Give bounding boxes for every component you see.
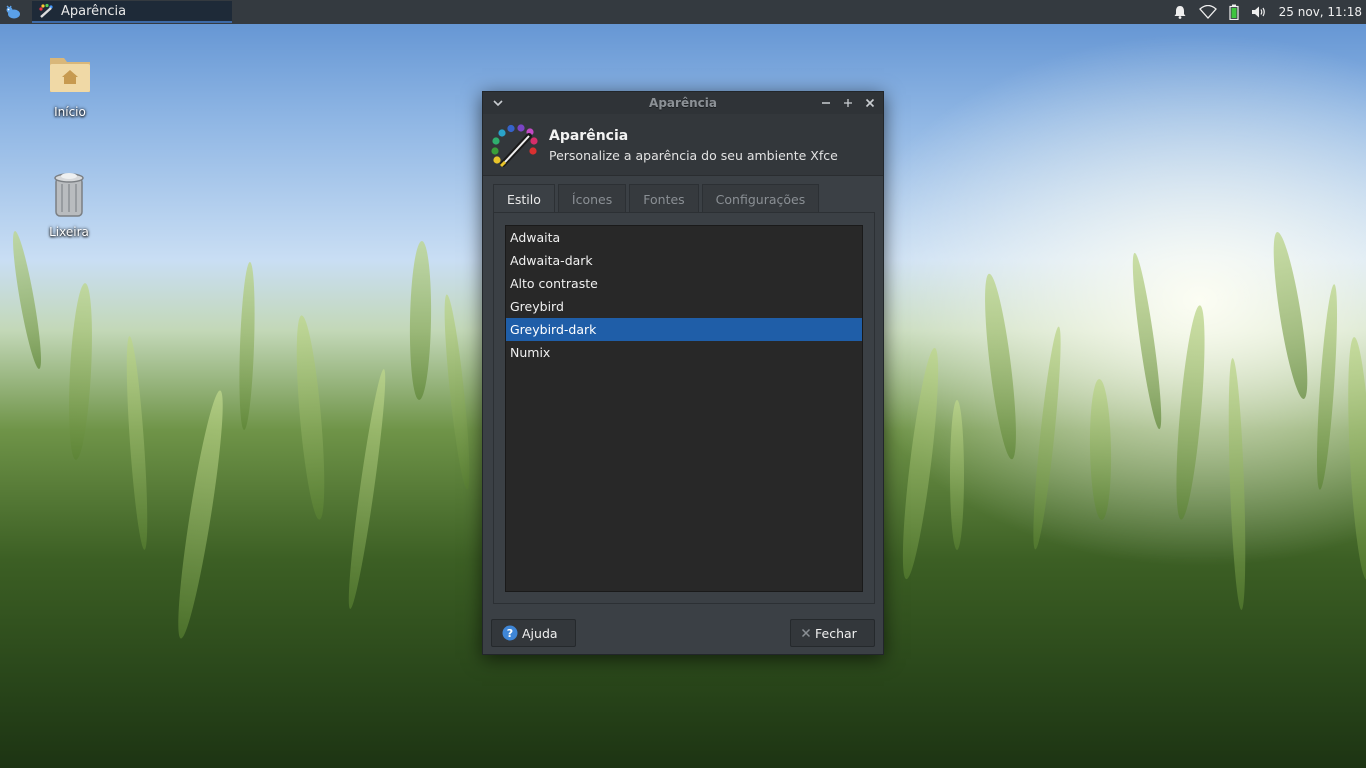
list-item[interactable]: Alto contraste xyxy=(506,272,862,295)
applications-menu-button[interactable] xyxy=(0,0,26,24)
home-folder-icon xyxy=(50,58,90,92)
appearance-window: Aparência Aparência Personalize a aparên… xyxy=(482,91,884,655)
wheat-stalk xyxy=(170,388,231,641)
list-item-selected[interactable]: Greybird-dark xyxy=(506,318,862,341)
notification-bell-icon[interactable] xyxy=(1173,5,1187,19)
wheat-stalk xyxy=(7,229,47,371)
dialog-header: Aparência Personalize a aparência do seu… xyxy=(483,114,883,176)
list-item[interactable]: Adwaita-dark xyxy=(506,249,862,272)
dialog-title: Aparência xyxy=(549,128,629,144)
minimize-icon[interactable] xyxy=(819,95,833,111)
taskbar-item-aparencia[interactable]: Aparência xyxy=(32,1,232,23)
help-button-label: Ajuda xyxy=(522,625,558,641)
wifi-icon[interactable] xyxy=(1198,5,1217,19)
appearance-palette-icon xyxy=(491,124,538,168)
battery-icon[interactable] xyxy=(1229,4,1239,20)
tab-icones[interactable]: Ícones xyxy=(557,184,627,213)
wheat-stalk xyxy=(291,314,330,521)
close-icon[interactable] xyxy=(863,95,877,111)
tab-bar: Estilo Ícones Fontes Configurações xyxy=(493,184,822,214)
wheat-stalk xyxy=(343,368,391,610)
wheat-stalk xyxy=(1127,251,1167,431)
window-titlebar[interactable]: Aparência xyxy=(483,92,883,114)
dialog-subtitle: Personalize a aparência do seu ambiente … xyxy=(549,148,838,163)
wheat-stalk xyxy=(1028,325,1066,551)
tab-configuracoes[interactable]: Configurações xyxy=(701,184,820,213)
list-item[interactable]: Adwaita xyxy=(506,226,862,249)
help-button[interactable]: ? Ajuda xyxy=(491,619,576,647)
maximize-icon[interactable] xyxy=(841,95,855,111)
taskbar-item-label: Aparência xyxy=(61,3,127,19)
wheat-stalk xyxy=(439,293,475,491)
appearance-icon xyxy=(39,3,53,18)
wheat-stalk xyxy=(1266,230,1315,401)
wheat-stalk xyxy=(950,400,964,550)
tab-panel-estilo: Adwaita Adwaita-dark Alto contraste Grey… xyxy=(493,212,875,604)
style-list[interactable]: Adwaita Adwaita-dark Alto contraste Grey… xyxy=(505,225,863,592)
wheat-stalk xyxy=(895,346,946,581)
clock[interactable]: 25 nov, 11:18 xyxy=(1279,5,1362,19)
close-x-icon xyxy=(801,628,811,638)
xfce-mouse-icon xyxy=(6,5,20,19)
wheat-stalk xyxy=(1343,336,1366,581)
wheat-stalk xyxy=(237,261,257,431)
wheat-stalk xyxy=(122,335,152,551)
wheat-stalk xyxy=(978,272,1023,461)
desktop-icon-home[interactable]: Início xyxy=(30,52,110,119)
close-button[interactable]: Fechar xyxy=(790,619,875,647)
desktop-icon-label: Lixeira xyxy=(49,225,89,239)
trash-icon xyxy=(54,173,84,217)
help-icon: ? xyxy=(502,625,518,641)
system-tray: 25 nov, 11:18 xyxy=(1173,0,1366,24)
close-button-label: Fechar xyxy=(815,625,857,641)
wheat-stalk xyxy=(1088,378,1113,521)
desktop-icon-trash[interactable]: Lixeira xyxy=(29,170,109,239)
wheat-stalk xyxy=(1225,357,1249,611)
wheat-stalk xyxy=(1170,304,1211,521)
volume-icon[interactable] xyxy=(1251,5,1267,19)
list-item[interactable]: Numix xyxy=(506,341,862,364)
wheat-stalk xyxy=(65,282,96,461)
svg-text:?: ? xyxy=(507,627,513,640)
wheat-stalk xyxy=(408,240,433,401)
tab-estilo[interactable]: Estilo xyxy=(493,184,555,214)
wheat-stalk xyxy=(1312,283,1342,491)
list-item[interactable]: Greybird xyxy=(506,295,862,318)
desktop-icon-label: Início xyxy=(54,105,86,119)
tab-fontes[interactable]: Fontes xyxy=(629,184,699,213)
top-panel: Aparência 25 nov, 11:18 xyxy=(0,0,1366,24)
